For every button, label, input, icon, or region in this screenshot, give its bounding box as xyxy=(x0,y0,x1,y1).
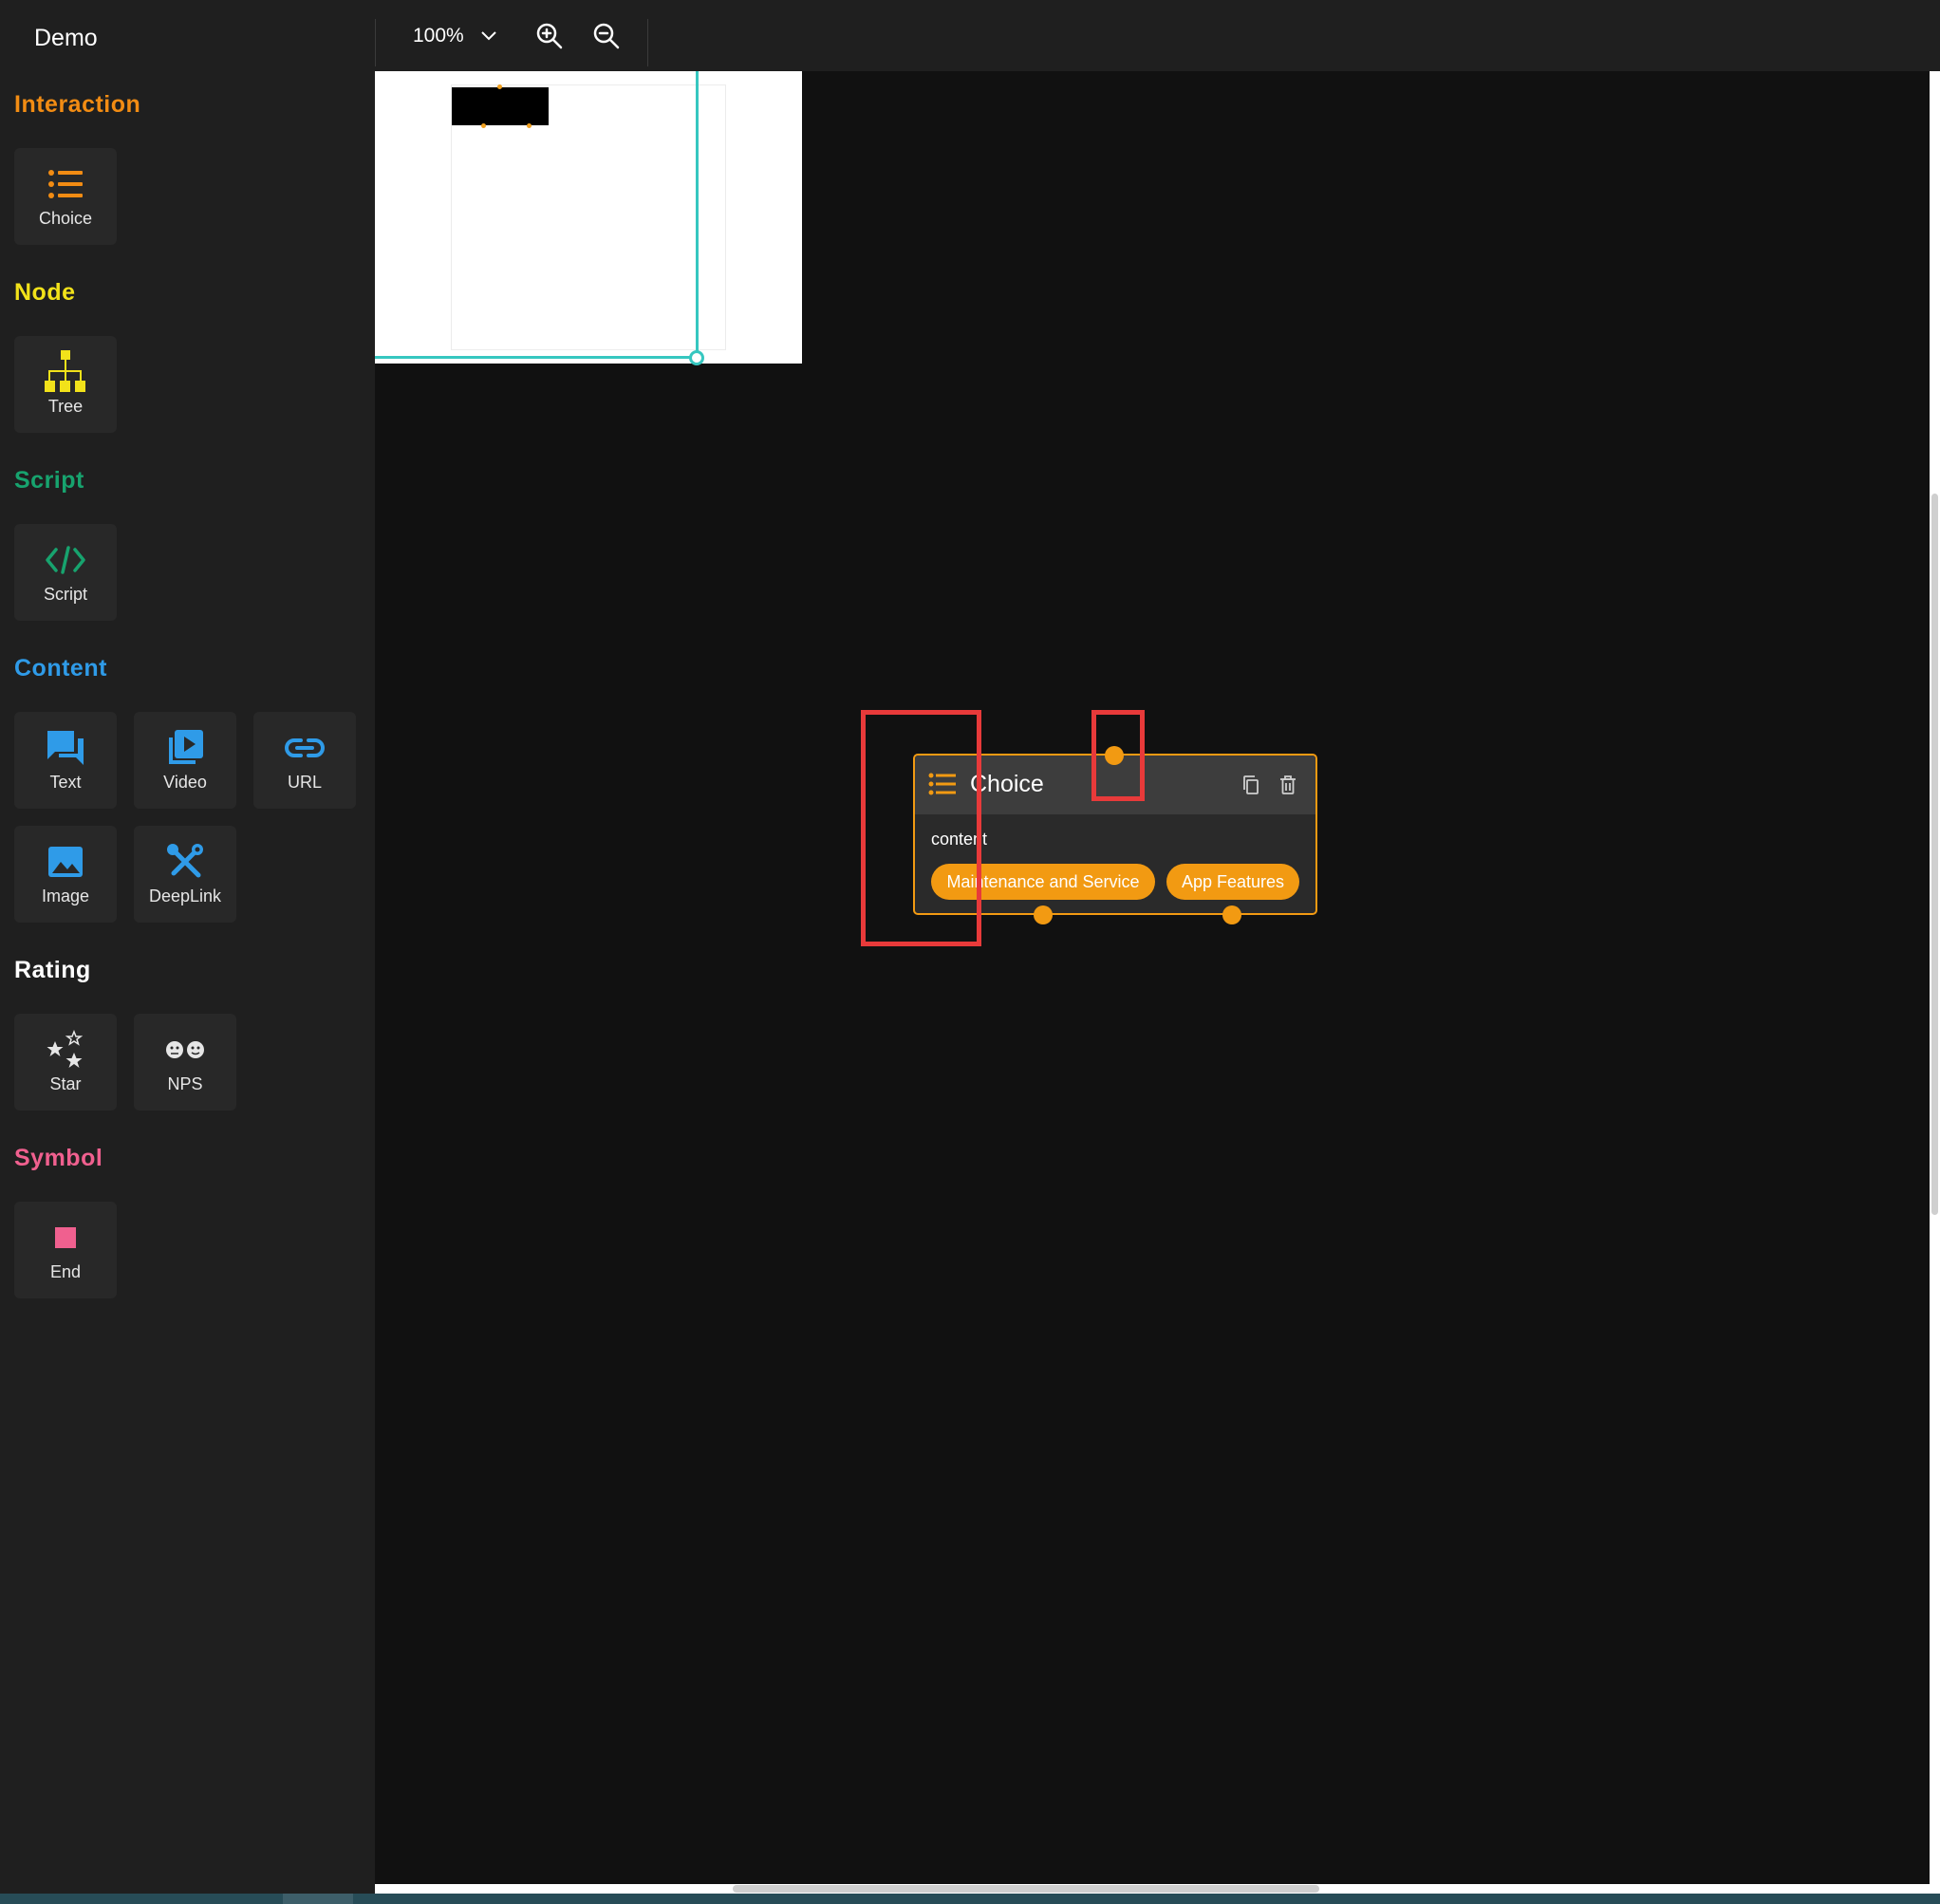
toolbar-divider xyxy=(647,19,648,66)
code-icon xyxy=(14,541,117,579)
chevron-down-icon[interactable] xyxy=(474,21,504,51)
tool-image[interactable]: Image xyxy=(14,826,117,923)
taskbar-item[interactable] xyxy=(283,1894,353,1904)
vertical-scroll-thumb[interactable] xyxy=(1931,494,1938,1215)
app-title: Demo xyxy=(34,25,98,51)
horizontal-scroll-thumb[interactable] xyxy=(733,1885,1319,1893)
image-icon xyxy=(14,843,117,881)
tool-end[interactable]: End xyxy=(14,1202,117,1298)
minimap-frame-edge xyxy=(375,356,698,359)
tool-label: Text xyxy=(49,773,82,792)
tool-script[interactable]: Script xyxy=(14,524,117,621)
tool-label: End xyxy=(49,1262,82,1281)
stars-icon xyxy=(14,1030,117,1069)
link-icon xyxy=(253,729,356,767)
delete-icon[interactable] xyxy=(1279,775,1296,800)
chat-icon xyxy=(14,729,117,767)
tool-deeplink[interactable]: DeepLink xyxy=(134,826,236,923)
tool-label: URL xyxy=(287,773,322,792)
tool-label: Image xyxy=(41,887,90,905)
toolbar-divider xyxy=(375,19,376,66)
minimap-resize-handle[interactable] xyxy=(689,350,704,365)
section-title-content: Content xyxy=(14,655,107,681)
sidebar: Demo Interaction Choice Node Tree Script… xyxy=(0,0,375,1904)
square-icon xyxy=(14,1219,117,1257)
tool-label: Star xyxy=(49,1074,82,1093)
section-title-interaction: Interaction xyxy=(14,91,141,118)
list-icon xyxy=(14,165,117,203)
tool-label: Script xyxy=(43,585,87,604)
tool-label: DeepLink xyxy=(148,887,222,905)
tool-star[interactable]: Star xyxy=(14,1014,117,1111)
tool-video[interactable]: Video xyxy=(134,712,236,809)
minimap-node xyxy=(452,87,549,125)
tool-label: Video xyxy=(163,773,207,792)
choice-option-app-features[interactable]: App Features xyxy=(1166,864,1299,900)
section-title-symbol: Symbol xyxy=(14,1145,103,1171)
tool-label: Tree xyxy=(47,397,84,416)
zoom-in-icon[interactable] xyxy=(534,21,565,51)
minimap-port xyxy=(527,123,532,128)
tool-nps[interactable]: NPS xyxy=(134,1014,236,1111)
video-icon xyxy=(134,729,236,767)
tools-icon xyxy=(134,843,236,881)
copy-icon[interactable] xyxy=(1241,775,1260,800)
toolbar: 100% xyxy=(375,0,1940,71)
zoom-select[interactable]: 100% xyxy=(413,25,464,47)
tool-text[interactable]: Text xyxy=(14,712,117,809)
faces-icon xyxy=(134,1031,236,1069)
minimap[interactable] xyxy=(375,71,802,365)
tool-tree[interactable]: Tree xyxy=(14,336,117,433)
highlight-box xyxy=(1091,710,1145,801)
choice-output-port[interactable] xyxy=(1034,905,1053,924)
section-title-rating: Rating xyxy=(14,957,91,983)
minimap-port xyxy=(497,84,502,89)
zoom-out-icon[interactable] xyxy=(591,21,622,51)
tool-url[interactable]: URL xyxy=(253,712,356,809)
choice-output-port[interactable] xyxy=(1222,905,1241,924)
minimap-frame-edge xyxy=(696,71,699,358)
section-title-node: Node xyxy=(14,279,76,306)
tool-label: Choice xyxy=(38,209,93,228)
tree-icon xyxy=(14,350,117,392)
tool-label: NPS xyxy=(167,1074,203,1093)
tool-choice[interactable]: Choice xyxy=(14,148,117,245)
flow-editor: Demo Interaction Choice Node Tree Script… xyxy=(0,0,1940,1904)
minimap-port xyxy=(481,123,486,128)
highlight-box xyxy=(861,710,981,946)
section-title-script: Script xyxy=(14,467,84,494)
